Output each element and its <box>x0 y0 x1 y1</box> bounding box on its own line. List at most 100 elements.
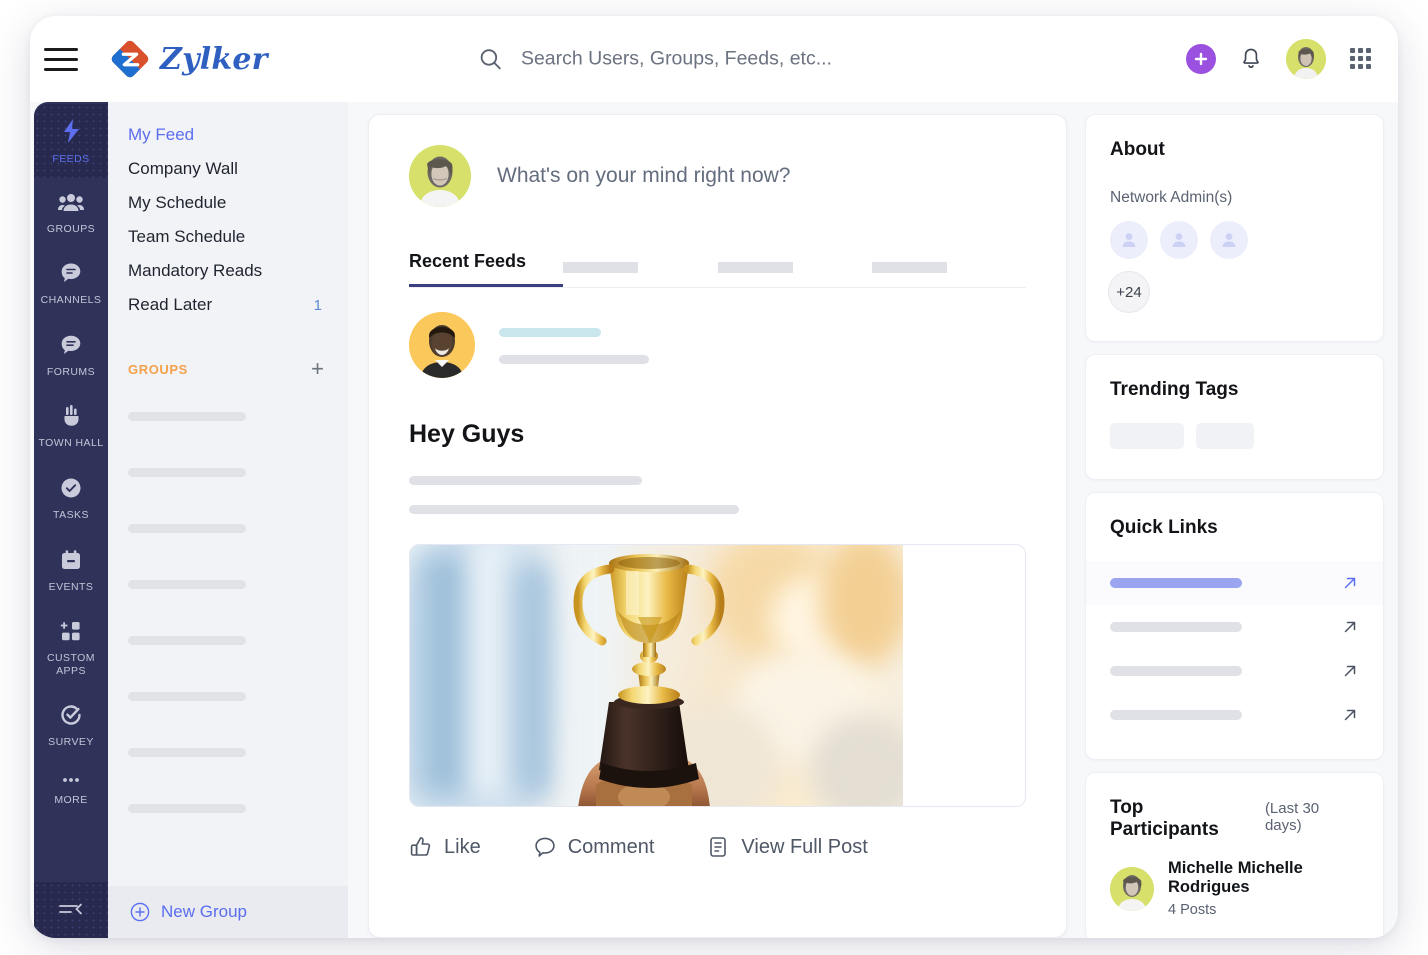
rail-item-channels[interactable]: CHANNELS <box>34 247 108 319</box>
rail-item-events[interactable]: EVENTS <box>34 534 108 606</box>
rail-item-forums[interactable]: FORUMS <box>34 319 108 391</box>
post-actions: Like Comment View Full Post <box>409 835 1026 859</box>
rail-item-town-hall[interactable]: TOWN HALL <box>34 390 108 462</box>
placeholder-bar <box>128 523 246 533</box>
group-list-item[interactable] <box>108 668 348 724</box>
avatar-image <box>409 145 471 207</box>
avatar-image <box>1286 39 1326 79</box>
read-later-badge: 1 <box>313 296 322 314</box>
rail-item-feeds[interactable]: FEEDS <box>34 104 108 178</box>
action-label: Comment <box>567 835 655 858</box>
quick-link-row[interactable] <box>1086 649 1383 693</box>
rail-item-tasks[interactable]: TASKS <box>34 462 108 534</box>
sidebar-item-label: Mandatory Reads <box>128 261 263 280</box>
post-author-avatar[interactable] <box>409 312 475 378</box>
participant-row[interactable]: Michelle Michelle Rodrigues 4 Posts <box>1086 841 1383 938</box>
group-list-item[interactable] <box>108 612 348 668</box>
grid-apps-icon <box>1350 48 1371 69</box>
sidebar-item-team-schedule[interactable]: Team Schedule <box>108 220 348 254</box>
more-admins-count[interactable]: +24 <box>1108 271 1150 313</box>
sidebar-item-mandatory-reads[interactable]: Mandatory Reads <box>108 254 348 288</box>
sidebar-item-label: Company Wall <box>128 159 238 178</box>
tab-recent-feeds[interactable]: Recent Feeds <box>409 251 564 287</box>
placeholder-bar <box>1110 622 1242 632</box>
new-group-button[interactable]: New Group <box>108 886 348 938</box>
quick-links-title: Quick Links <box>1110 517 1218 538</box>
admin-avatar[interactable] <box>1110 221 1148 259</box>
placeholder-bar <box>128 691 246 701</box>
top-participants-note: (Last 30 days) <box>1264 800 1320 834</box>
tab-placeholder[interactable] <box>871 262 1026 287</box>
tab-placeholder[interactable] <box>717 262 872 287</box>
tab-placeholder[interactable] <box>563 262 717 287</box>
avatar-image <box>409 312 475 378</box>
profile-avatar[interactable] <box>1286 39 1326 79</box>
rail-item-label: FEEDS <box>52 153 90 165</box>
notifications-button[interactable] <box>1238 46 1264 72</box>
check-circle-icon <box>61 478 81 498</box>
group-list-item[interactable] <box>108 556 348 612</box>
search-input[interactable] <box>520 47 1038 71</box>
hamburger-line <box>44 57 78 61</box>
sidebar-item-read-later[interactable]: Read Later 1 <box>108 288 348 322</box>
feed-tabs: Recent Feeds <box>409 243 1026 288</box>
like-button[interactable]: Like <box>409 835 481 859</box>
post-author-name-placeholder <box>499 328 601 337</box>
search-bar[interactable] <box>478 46 1038 73</box>
placeholder-bar <box>128 635 246 645</box>
admin-avatar[interactable] <box>1210 221 1248 259</box>
rail-item-label: MORE <box>54 793 88 806</box>
tag-placeholder[interactable] <box>1196 423 1254 449</box>
quick-link-row[interactable] <box>1086 693 1383 737</box>
brand-logo[interactable]: Zylker <box>109 38 268 80</box>
trending-tags-title: Trending Tags <box>1110 379 1239 400</box>
megaphone-icon <box>64 405 79 427</box>
placeholder-bar <box>128 803 246 813</box>
collapse-sidebar-icon <box>59 903 82 915</box>
view-full-post-button[interactable]: View Full Post <box>706 835 868 859</box>
placeholder-bar <box>1110 666 1242 676</box>
post-attachment-card[interactable] <box>409 544 1026 807</box>
rail-item-custom-apps[interactable]: CUSTOM APPS <box>34 605 108 689</box>
group-list-item[interactable] <box>108 388 348 444</box>
person-icon <box>1222 233 1236 247</box>
sidebar-item-my-schedule[interactable]: My Schedule <box>108 186 348 220</box>
placeholder-bar <box>717 262 793 273</box>
add-group-icon[interactable]: + <box>311 358 324 380</box>
hamburger-menu-icon[interactable] <box>44 42 84 76</box>
apps-grid-button[interactable] <box>1348 46 1374 72</box>
app-body: FEEDS GROUPS CHANNELS FORUMS TOWN HALL T… <box>30 102 1398 938</box>
placeholder-bar <box>128 467 246 477</box>
placeholder-bar <box>128 747 246 757</box>
group-list-item[interactable] <box>108 500 348 556</box>
thumbs-up-icon <box>410 837 431 856</box>
collapse-sidebar-button[interactable] <box>34 882 108 938</box>
quick-link-row[interactable] <box>1086 605 1383 649</box>
group-list-item[interactable] <box>108 444 348 500</box>
placeholder-bar <box>128 411 246 421</box>
tag-list <box>1086 401 1383 479</box>
app-window: Zylker Search Users, Groups, Feeds, etc.… <box>30 16 1398 938</box>
sidebar-item-label: Team Schedule <box>128 227 246 246</box>
comment-button[interactable]: Comment <box>533 835 655 859</box>
sidebar-item-company-wall[interactable]: Company Wall <box>108 152 348 186</box>
group-list-item[interactable] <box>108 780 348 836</box>
rail-item-survey[interactable]: SURVEY <box>34 689 108 761</box>
placeholder-bar <box>871 262 947 273</box>
post-composer[interactable]: What's on your mind right now? <box>409 145 1026 207</box>
rail-item-groups[interactable]: GROUPS <box>34 178 108 248</box>
sidebar-item-label: My Feed <box>128 125 195 144</box>
admin-avatar[interactable] <box>1160 221 1198 259</box>
sidebar-item-my-feed[interactable]: My Feed <box>108 118 348 152</box>
groups-section-title: GROUPS <box>128 361 188 377</box>
rail-item-more[interactable]: MORE <box>34 761 108 819</box>
placeholder-bar <box>563 262 639 273</box>
person-icon <box>1172 233 1186 247</box>
quick-link-row[interactable] <box>1086 561 1383 605</box>
feed-panel: What's on your mind right now? Recent Fe… <box>368 114 1067 938</box>
add-new-button[interactable] <box>1186 44 1216 74</box>
placeholder-bar <box>409 476 642 485</box>
tag-placeholder[interactable] <box>1110 423 1184 449</box>
group-list-item[interactable] <box>108 724 348 780</box>
avatar-image <box>1110 866 1154 911</box>
